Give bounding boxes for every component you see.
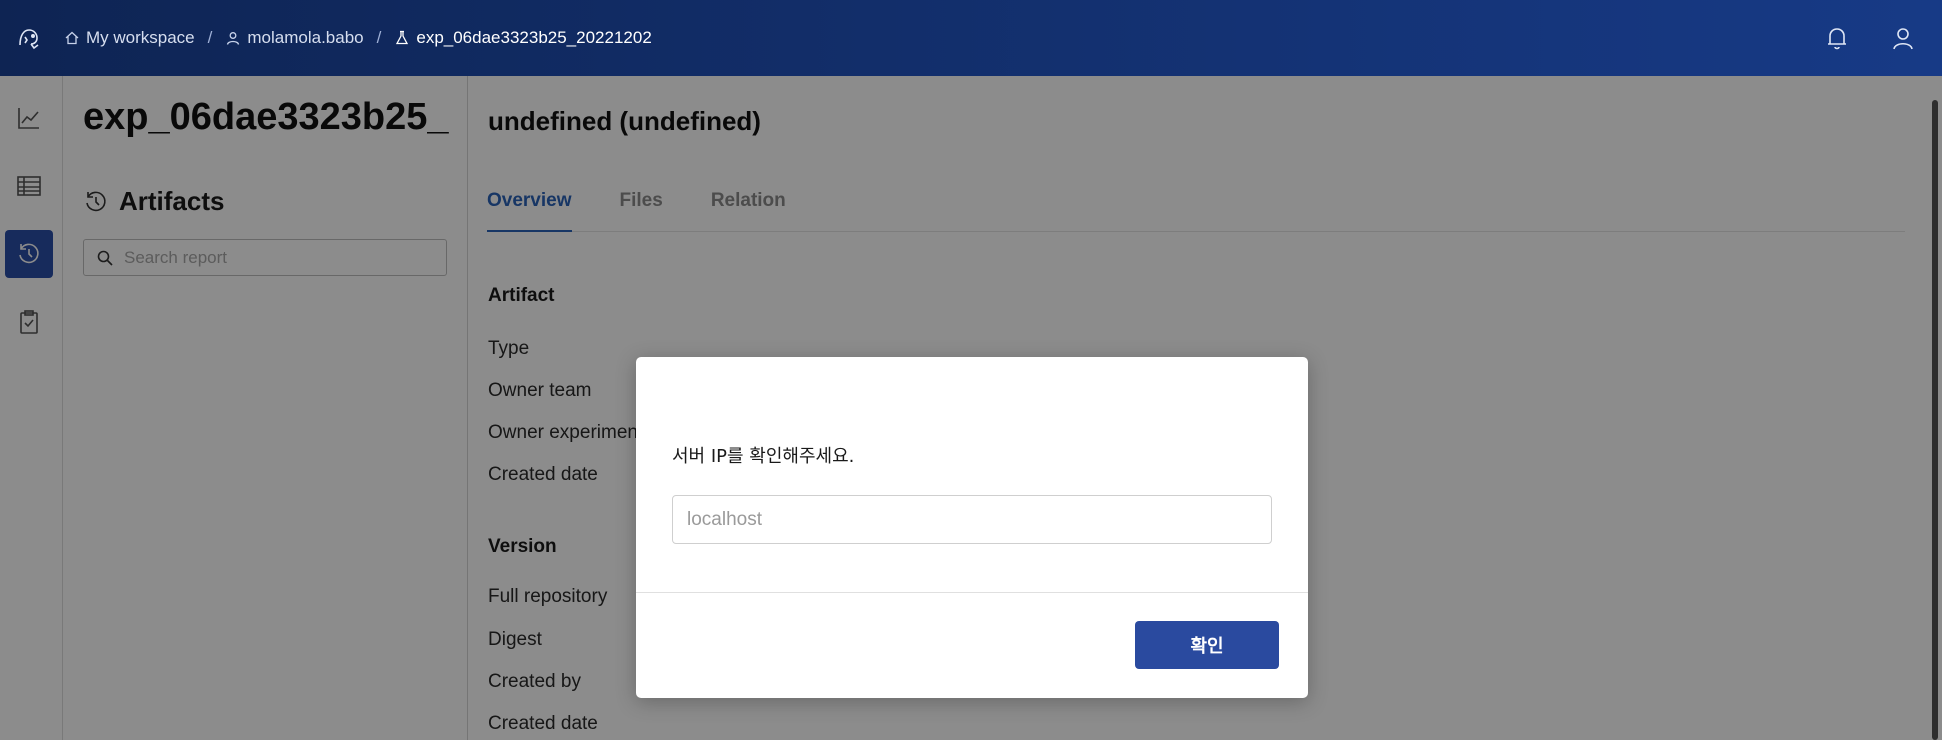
breadcrumb-experiment[interactable]: exp_06dae3323b25_20221202 [394, 28, 652, 48]
user-icon [227, 32, 240, 45]
app-logo-icon[interactable] [14, 23, 44, 53]
breadcrumb-experiment-label: exp_06dae3323b25_20221202 [416, 28, 652, 47]
bell-icon[interactable] [1822, 23, 1852, 53]
breadcrumb-user[interactable]: molamola.babo [225, 28, 364, 48]
breadcrumb: My workspace / molamola.babo / exp_06dae… [64, 28, 652, 48]
breadcrumb-workspace-label: My workspace [86, 28, 195, 47]
home-icon [65, 31, 79, 45]
breadcrumb-separator: / [207, 28, 213, 47]
server-ip-input[interactable] [672, 495, 1272, 544]
dialog-divider [636, 592, 1308, 593]
breadcrumb-workspace[interactable]: My workspace [64, 28, 195, 48]
confirm-button[interactable]: 확인 [1135, 621, 1279, 669]
flask-icon [396, 30, 409, 45]
user-icon[interactable] [1888, 23, 1918, 53]
top-navigation-bar: My workspace / molamola.babo / exp_06dae… [0, 0, 1942, 76]
dialog-message: 서버 IP를 확인해주세요. [672, 446, 855, 467]
server-ip-dialog: 서버 IP를 확인해주세요. 확인 [636, 357, 1308, 698]
breadcrumb-separator: / [376, 28, 382, 47]
breadcrumb-user-label: molamola.babo [247, 28, 364, 47]
